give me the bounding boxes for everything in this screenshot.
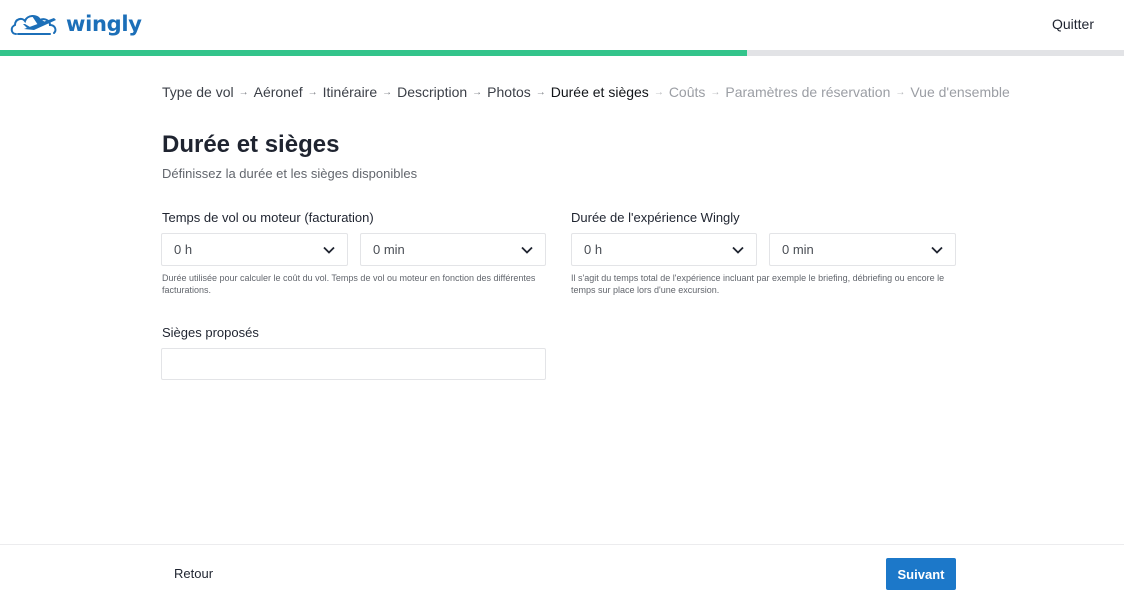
quit-button[interactable]: Quitter: [1052, 16, 1094, 32]
breadcrumb-arrow-icon: →: [535, 86, 546, 98]
breadcrumb-arrow-icon: →: [895, 86, 906, 98]
breadcrumb-step[interactable]: Aéronef: [254, 84, 303, 100]
seats-input[interactable]: [161, 348, 546, 380]
chevron-down-icon: [732, 246, 744, 254]
breadcrumb-arrow-icon: →: [653, 86, 664, 98]
experience-time-label: Durée de l'expérience Wingly: [571, 210, 740, 225]
chevron-down-icon: [323, 246, 335, 254]
next-button[interactable]: Suivant: [886, 558, 956, 590]
experience-hours-select[interactable]: 0 h: [571, 233, 757, 266]
progress-bar: [0, 50, 1124, 56]
breadcrumb-arrow-icon: →: [710, 86, 721, 98]
chevron-down-icon: [521, 246, 533, 254]
breadcrumb-arrow-icon: →: [472, 86, 483, 98]
breadcrumb-step: Paramètres de réservation: [725, 84, 891, 100]
top-header: wingly Quitter: [0, 0, 1124, 50]
breadcrumb-step: Durée et sièges: [550, 84, 649, 100]
flight-minutes-select[interactable]: 0 min: [360, 233, 546, 266]
flight-hours-value: 0 h: [174, 242, 193, 257]
breadcrumb-step[interactable]: Photos: [487, 84, 531, 100]
experience-time-help: Il s'agit du temps total de l'expérience…: [571, 273, 945, 295]
experience-minutes-select[interactable]: 0 min: [769, 233, 956, 266]
flight-minutes-value: 0 min: [373, 242, 405, 257]
chevron-down-icon: [931, 246, 943, 254]
progress-fill: [0, 50, 748, 56]
flight-time-label: Temps de vol ou moteur (facturation): [162, 210, 374, 225]
experience-minutes-value: 0 min: [782, 242, 814, 257]
wingly-logo[interactable]: wingly: [10, 10, 142, 38]
flight-time-help: Durée utilisée pour calculer le coût du …: [162, 273, 536, 295]
breadcrumb-arrow-icon: →: [238, 86, 249, 98]
page-title: Durée et sièges: [162, 131, 340, 158]
breadcrumb-arrow-icon: →: [307, 86, 318, 98]
footer-bar: Retour Suivant: [0, 544, 1124, 594]
back-button[interactable]: Retour: [174, 566, 213, 581]
breadcrumb-step[interactable]: Type de vol: [162, 84, 234, 100]
page-subtitle: Définissez la durée et les sièges dispon…: [162, 166, 418, 181]
seats-label: Sièges proposés: [162, 325, 259, 340]
breadcrumb: Type de vol → Aéronef → Itinéraire → Descripti…: [162, 84, 1010, 100]
breadcrumb-step: Vue d'ensemble: [910, 84, 1010, 100]
brand-name: wingly: [66, 12, 142, 36]
experience-hours-value: 0 h: [584, 242, 603, 257]
plane-cloud-icon: [10, 15, 57, 35]
breadcrumb-step: Coûts: [668, 84, 706, 100]
breadcrumb-step[interactable]: Description: [397, 84, 467, 100]
breadcrumb-step[interactable]: Itinéraire: [323, 84, 377, 100]
flight-hours-select[interactable]: 0 h: [161, 233, 348, 266]
breadcrumb-arrow-icon: →: [382, 86, 393, 98]
